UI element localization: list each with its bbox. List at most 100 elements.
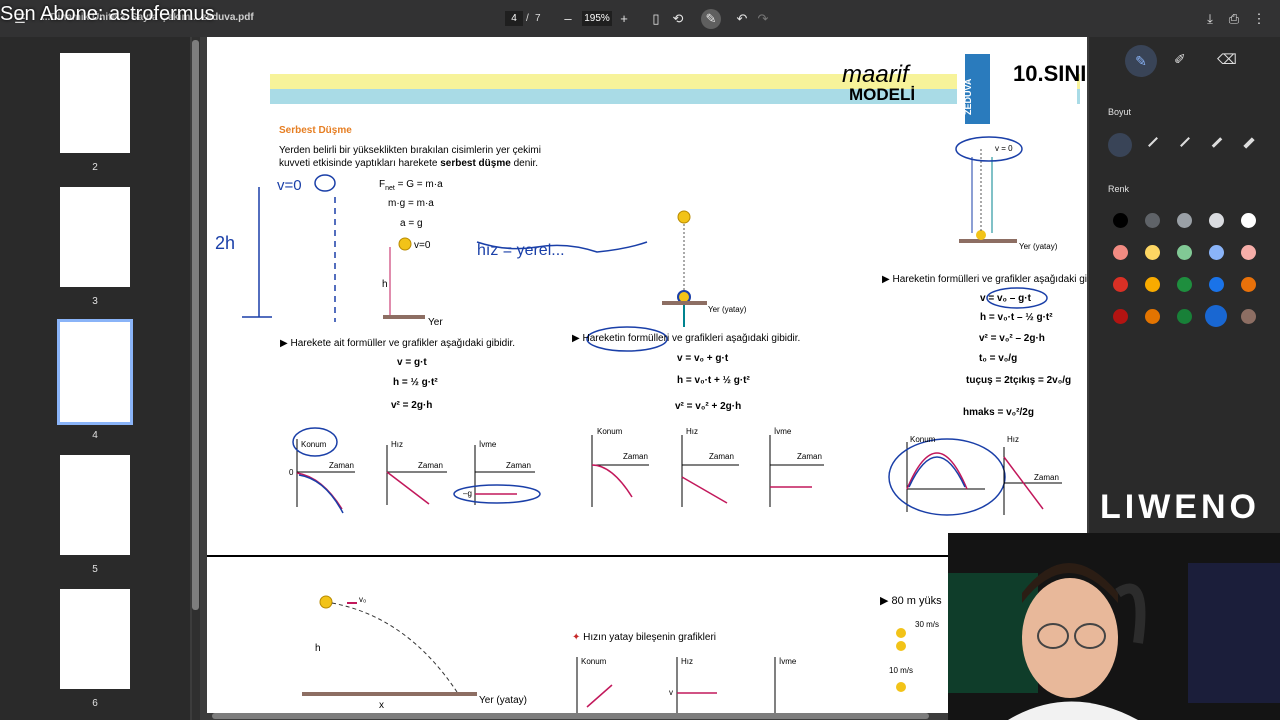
size-option[interactable]: [1211, 137, 1223, 148]
page-thumbnail[interactable]: [60, 53, 130, 153]
col3-heading: ▶ Hareketin formülleri ve grafikler aşağ…: [882, 274, 1087, 285]
lower-horizontal-title-text: Hızın yatay bileşenin grafikleri: [583, 632, 717, 643]
graph-konum-2: Konum: [597, 427, 623, 436]
col3-yer-label: Yer (yatay): [1019, 242, 1058, 251]
zoom-out-button[interactable]: –: [558, 9, 578, 29]
graph-hiz-1: Hız: [391, 440, 403, 449]
col1-formula-3: v² = 2g·h: [391, 400, 433, 411]
page-thumbnail[interactable]: [60, 187, 130, 287]
intro-line2-b: serbest düşme: [440, 158, 511, 169]
figure-v0-label: v=0: [414, 240, 431, 251]
handwriting-3: hız = yerel...: [477, 242, 565, 259]
graph-zaman-5: Zaman: [709, 452, 734, 461]
color-swatch[interactable]: [1113, 213, 1128, 228]
lower-hiz: Hız: [681, 657, 693, 666]
col3-formula-2: h = v₀·t – ½ g·t²: [980, 312, 1053, 323]
graph-zaman-3: Zaman: [506, 461, 531, 470]
undo-icon[interactable]: ↶: [732, 9, 752, 29]
page-number-input[interactable]: 4: [505, 11, 523, 26]
pen-tool-icon[interactable]: ✎: [1125, 45, 1157, 77]
zoom-in-button[interactable]: +: [614, 9, 634, 29]
color-swatch[interactable]: [1241, 309, 1256, 324]
col2-heading: ▶ Hareketin formülleri ve grafikleri aşa…: [572, 333, 801, 344]
thumbnail-number: 3: [92, 296, 98, 307]
more-options-icon[interactable]: ⋮: [1249, 9, 1269, 29]
lower-ivme: İvme: [779, 657, 797, 666]
graph-ivme-2: İvme: [774, 427, 792, 436]
sidebar-scrollbar[interactable]: [192, 40, 199, 610]
color-label: Renk: [1108, 184, 1130, 194]
graph-zero-1: 0: [289, 468, 294, 477]
graph-ivme-1: İvme: [479, 440, 497, 449]
size-option[interactable]: [1180, 137, 1190, 147]
color-swatch[interactable]: [1209, 277, 1224, 292]
col3-formula-1: v = v₀ – g·t: [980, 293, 1031, 304]
figure-yer-label: Yer: [428, 317, 443, 328]
graph-zaman-4: Zaman: [623, 452, 648, 461]
color-swatch[interactable]: [1145, 213, 1160, 228]
lower-right-title-text: 80 m yüks: [891, 595, 942, 607]
color-swatch[interactable]: [1145, 245, 1160, 260]
page-thumbnail[interactable]: [60, 455, 130, 555]
handwriting-1: v=0: [277, 177, 302, 194]
rotate-icon[interactable]: ⟲: [668, 9, 688, 29]
star-icon: ✦: [572, 632, 581, 643]
header-brand2: MODELİ: [849, 85, 916, 104]
graph-minus-g-1: –g: [463, 489, 472, 498]
col1-heading-text: Harekete ait formüller ve grafikler aşağ…: [290, 338, 516, 349]
color-swatch[interactable]: [1177, 277, 1192, 292]
color-swatch[interactable]: [1177, 245, 1192, 260]
eraser-tool-icon[interactable]: ⌫: [1217, 51, 1237, 68]
lower-speed-1: 30 m/s: [915, 620, 940, 629]
horizontal-scrollbar[interactable]: [212, 713, 929, 719]
size-option[interactable]: [1243, 137, 1255, 149]
size-option[interactable]: [1148, 137, 1158, 147]
thumbnail-number: 6: [92, 698, 98, 709]
download-icon[interactable]: ⤓: [1200, 9, 1220, 29]
color-swatch[interactable]: [1241, 277, 1256, 292]
lower-v: v: [669, 688, 673, 697]
lower-horizontal-title: ✦ Hızın yatay bileşenin grafikleri: [572, 632, 716, 643]
color-swatch[interactable]: [1145, 309, 1160, 324]
col3-formula-4: t₀ = v₀/g: [979, 353, 1018, 364]
color-swatch[interactable]: [1205, 305, 1227, 327]
color-swatch[interactable]: [1209, 213, 1224, 228]
size-label: Boyut: [1108, 107, 1132, 117]
thumbnail-number: 2: [92, 162, 98, 173]
equation-1-sub: net: [385, 185, 395, 192]
size-option-selected[interactable]: [1108, 133, 1132, 157]
lower-yer: Yer (yatay): [479, 695, 527, 706]
graph-hiz-3: Hız: [1007, 435, 1019, 444]
fit-page-icon[interactable]: ▯: [646, 9, 666, 29]
graph-konum-1: Konum: [301, 440, 327, 449]
page-thumbnail-selected[interactable]: [57, 319, 133, 425]
color-swatch[interactable]: [1241, 245, 1256, 260]
equation-3: a = g: [400, 218, 423, 229]
graph-konum-3: Konum: [910, 435, 936, 444]
redo-icon[interactable]: ↷: [753, 9, 773, 29]
highlighter-tool-icon[interactable]: ✐: [1174, 51, 1186, 68]
color-swatch[interactable]: [1177, 309, 1192, 324]
zoom-input[interactable]: 195%: [582, 11, 612, 26]
col1-heading: ▶ Harekete ait formüller ve grafikler aş…: [280, 338, 516, 349]
color-swatch[interactable]: [1113, 309, 1128, 324]
color-swatch[interactable]: [1113, 245, 1128, 260]
lower-x: x: [379, 700, 384, 711]
equation-1: Fnet = G = m·a: [379, 179, 443, 192]
intro-line1: Yerden belirli bir yükseklikten bırakıla…: [279, 145, 541, 156]
color-swatch[interactable]: [1209, 245, 1224, 260]
print-icon[interactable]: ⎙: [1224, 9, 1244, 29]
color-swatch[interactable]: [1241, 213, 1256, 228]
color-swatch[interactable]: [1177, 213, 1192, 228]
col3-formula-5: tuçuş = 2tçıkış = 2v₀/g: [966, 375, 1072, 386]
color-swatch[interactable]: [1113, 277, 1128, 292]
intro-line2: kuvveti etkisinde yaptıkları harekete se…: [279, 158, 538, 169]
annotate-icon[interactable]: ✎: [701, 9, 721, 29]
figure-h-label: h: [382, 279, 388, 290]
header-grade: 10.SINI: [1013, 61, 1087, 86]
col2-formula-2: h = v₀·t + ½ g·t²: [677, 375, 750, 386]
page-thumbnail[interactable]: [60, 589, 130, 689]
graph-zaman-6: Zaman: [797, 452, 822, 461]
graph-hiz-2: Hız: [686, 427, 698, 436]
color-swatch[interactable]: [1145, 277, 1160, 292]
